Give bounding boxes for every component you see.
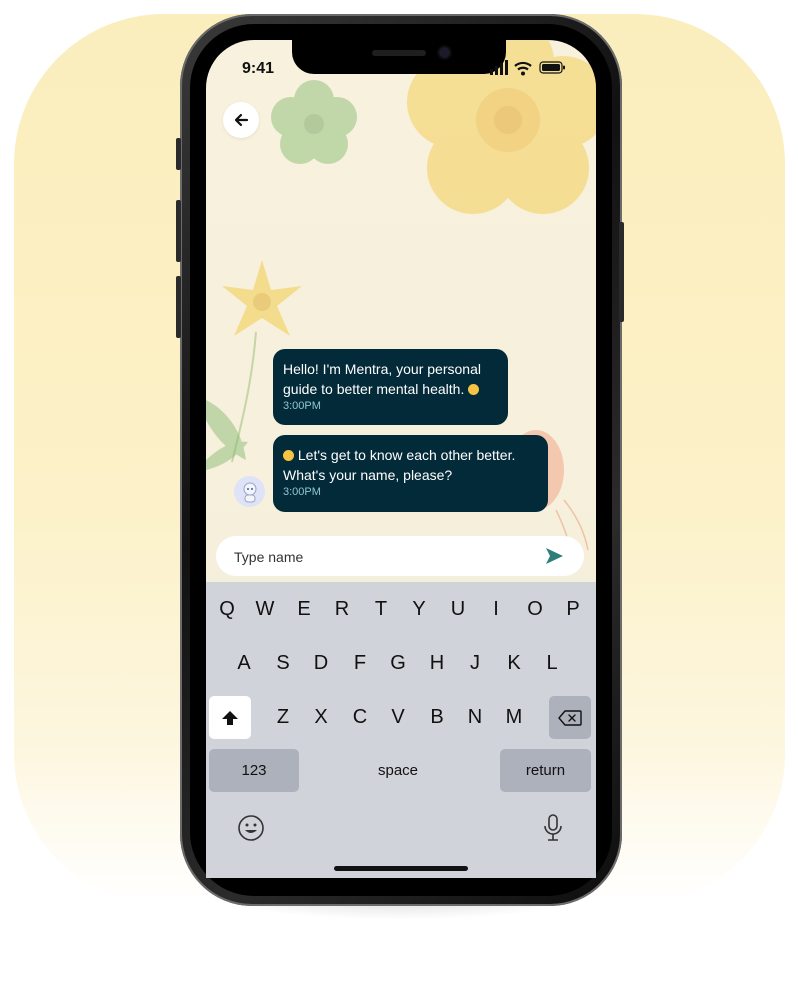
shift-key[interactable]: [209, 696, 251, 739]
key-v[interactable]: V: [382, 696, 414, 739]
key-y[interactable]: Y: [403, 588, 435, 631]
volume-down-button: [176, 276, 181, 338]
smile-emoji-icon: [468, 384, 480, 395]
chat-message: Hello! I'm Mentra, your personal guide t…: [273, 349, 508, 425]
emoji-button[interactable]: [234, 806, 268, 849]
key-q[interactable]: Q: [211, 588, 243, 631]
delete-key[interactable]: [549, 696, 591, 739]
bot-avatar: [234, 476, 265, 507]
return-key[interactable]: return: [500, 749, 591, 792]
key-x[interactable]: X: [305, 696, 337, 739]
microphone-icon: [544, 813, 562, 841]
key-c[interactable]: C: [344, 696, 376, 739]
emoji-icon: [238, 814, 264, 841]
notch: [292, 38, 506, 74]
key-m[interactable]: M: [498, 696, 530, 739]
key-o[interactable]: O: [519, 588, 551, 631]
home-indicator[interactable]: [334, 866, 468, 871]
mute-switch: [176, 138, 181, 170]
arrow-left-icon: [234, 113, 249, 127]
key-e[interactable]: E: [288, 588, 320, 631]
key-b[interactable]: B: [421, 696, 453, 739]
signal-icon: [490, 60, 508, 75]
key-l[interactable]: L: [536, 642, 568, 685]
key-f[interactable]: F: [344, 642, 376, 685]
key-d[interactable]: D: [305, 642, 337, 685]
key-h[interactable]: H: [421, 642, 453, 685]
key-s[interactable]: S: [267, 642, 299, 685]
status-icons: [490, 60, 565, 76]
key-z[interactable]: Z: [267, 696, 299, 739]
message-text: Let's get to know each other better. Wha…: [283, 447, 516, 483]
back-button[interactable]: [223, 102, 259, 138]
smile-emoji-icon: [283, 450, 294, 461]
speaker: [372, 50, 426, 56]
send-icon[interactable]: [544, 546, 564, 566]
front-camera: [439, 47, 450, 58]
robot-icon: [243, 482, 256, 502]
message-time: 3:00PM: [283, 486, 321, 498]
status-time: 9:41: [242, 60, 275, 77]
space-key[interactable]: space: [304, 749, 492, 792]
key-j[interactable]: J: [459, 642, 491, 685]
backspace-icon: [558, 709, 582, 726]
message-text: Hello! I'm Mentra, your personal guide t…: [283, 361, 481, 397]
shift-icon: [222, 710, 238, 725]
mic-button[interactable]: [536, 806, 570, 849]
key-r[interactable]: R: [326, 588, 358, 631]
battery-icon: [539, 61, 565, 74]
key-u[interactable]: U: [442, 588, 474, 631]
message-time: 3:00PM: [283, 400, 321, 412]
wifi-icon: [514, 61, 532, 76]
key-n[interactable]: N: [459, 696, 491, 739]
volume-up-button: [176, 200, 181, 262]
message-input-bar: [216, 536, 584, 578]
power-button: [619, 222, 624, 322]
key-g[interactable]: G: [382, 642, 414, 685]
keyboard: Q W E R T Y U I O P A S D F G H J K L Z …: [206, 582, 596, 878]
chat-message: Let's get to know each other better. Wha…: [273, 435, 548, 512]
key-p[interactable]: P: [557, 588, 589, 631]
key-k[interactable]: K: [498, 642, 530, 685]
key-w[interactable]: W: [249, 588, 281, 631]
key-i[interactable]: I: [480, 588, 512, 631]
name-input[interactable]: [232, 536, 536, 578]
numbers-key[interactable]: 123: [209, 749, 299, 792]
key-t[interactable]: T: [365, 588, 397, 631]
key-a[interactable]: A: [228, 642, 260, 685]
